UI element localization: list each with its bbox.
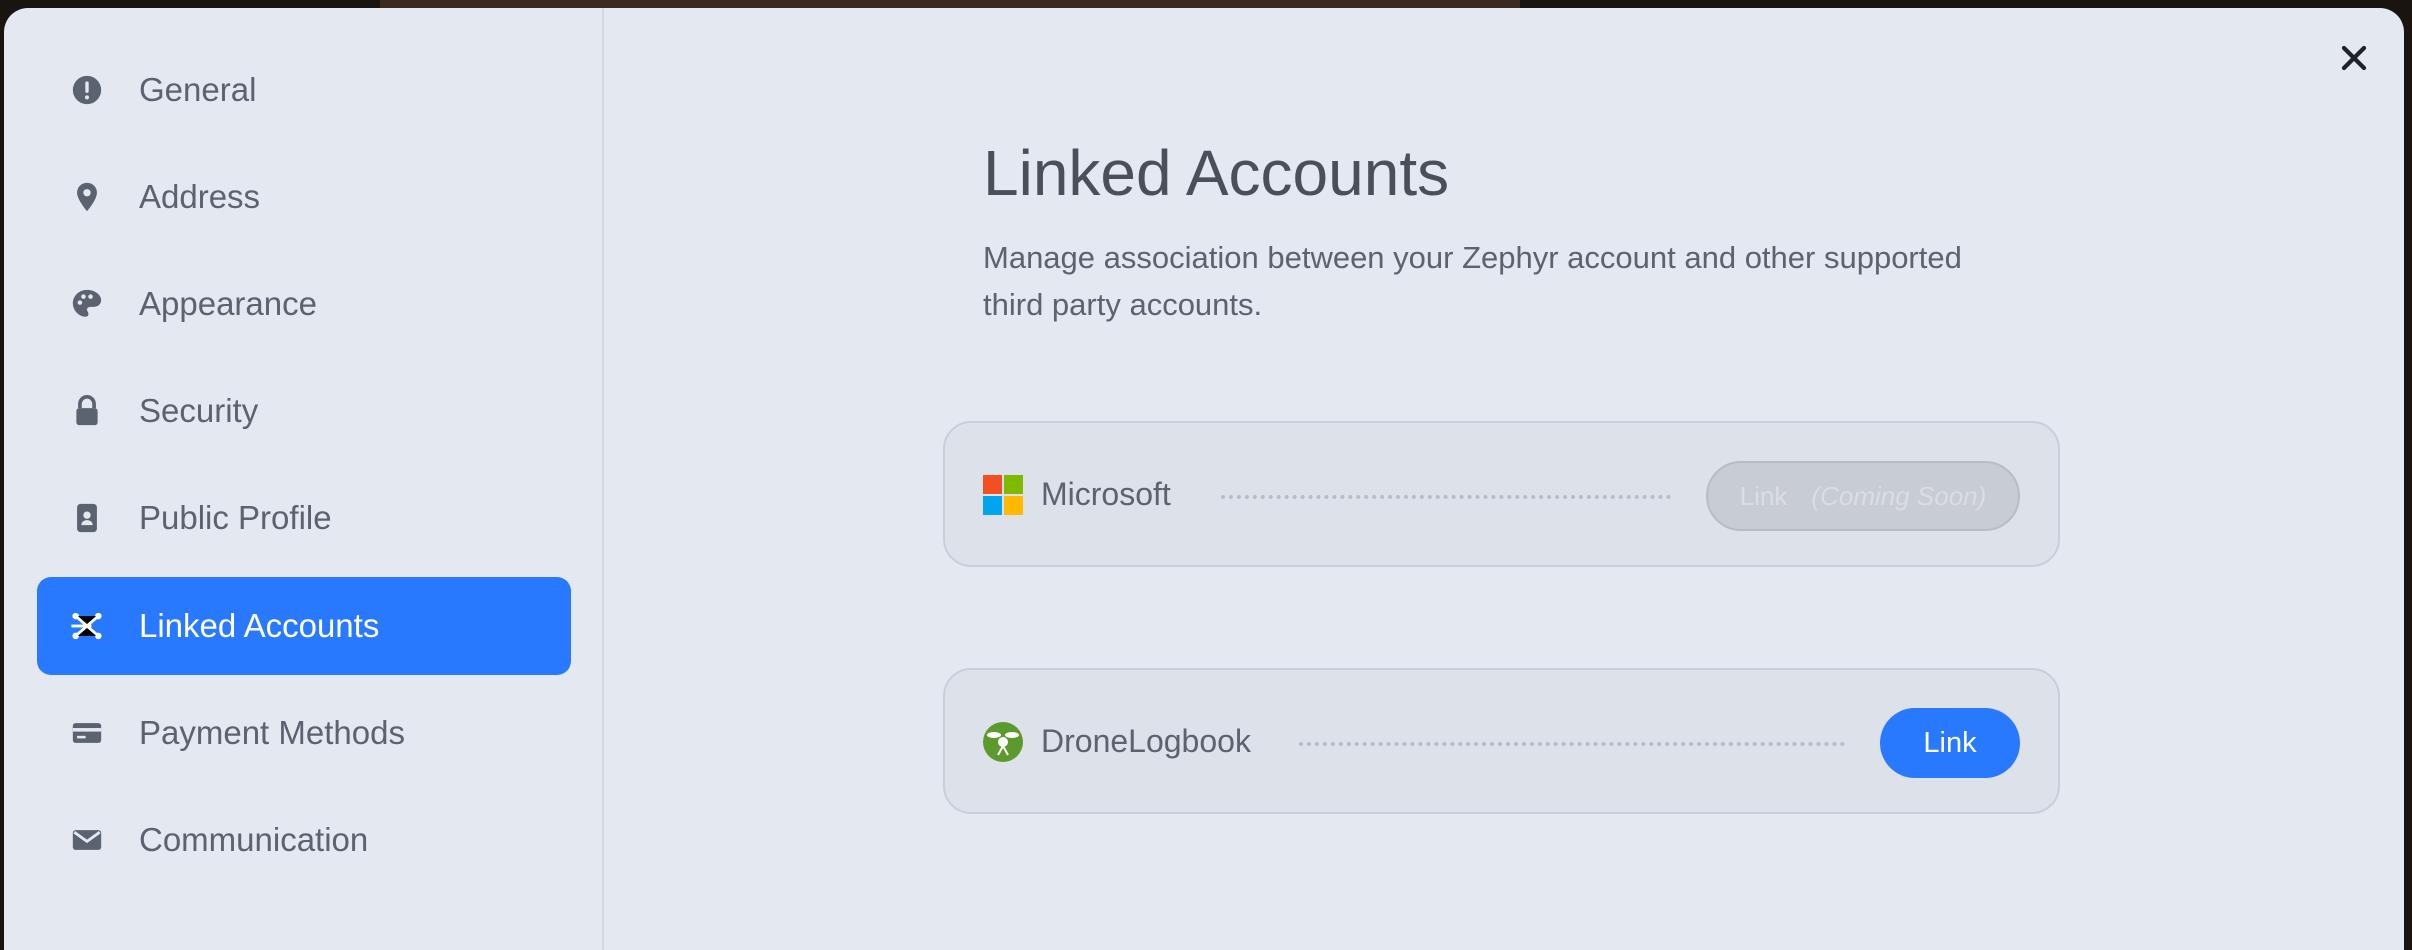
settings-modal: General Address Appearance Security Publ xyxy=(4,8,2404,950)
credit-card-icon xyxy=(69,715,105,751)
sidebar-item-payment-methods[interactable]: Payment Methods xyxy=(37,684,571,782)
account-name: DroneLogbook xyxy=(1041,723,1251,759)
envelope-icon xyxy=(69,822,105,858)
sidebar-item-linked-accounts[interactable]: Linked Accounts xyxy=(37,577,571,675)
sidebar-item-label: Payment Methods xyxy=(139,714,405,751)
info-circle-icon xyxy=(69,72,105,108)
link-button-label: Link xyxy=(1739,480,1788,511)
settings-sidebar: General Address Appearance Security Publ xyxy=(4,8,604,950)
microsoft-logo-icon xyxy=(983,475,1023,515)
account-name: Microsoft xyxy=(1041,476,1171,512)
sidebar-item-label: Security xyxy=(139,392,259,429)
sidebar-item-general[interactable]: General xyxy=(37,41,571,139)
palette-icon xyxy=(69,286,105,322)
link-dronelogbook-button[interactable]: Link xyxy=(1880,708,2020,778)
sidebar-item-label: General xyxy=(139,71,257,108)
sidebar-item-security[interactable]: Security xyxy=(37,362,571,460)
close-button[interactable] xyxy=(2332,38,2376,82)
map-pin-icon xyxy=(69,179,105,215)
sidebar-item-label: Public Profile xyxy=(139,499,332,536)
backdrop xyxy=(380,0,1520,8)
coming-soon-label: (Coming Soon) xyxy=(1811,480,1987,511)
sidebar-item-address[interactable]: Address xyxy=(37,148,571,246)
account-card-microsoft: Microsoft Link (Coming Soon) xyxy=(943,421,2060,567)
page-title: Linked Accounts xyxy=(983,137,1450,209)
close-icon xyxy=(2339,43,2369,78)
sidebar-item-label: Linked Accounts xyxy=(139,607,380,644)
sidebar-item-label: Appearance xyxy=(139,285,317,322)
sidebar-item-label: Communication xyxy=(139,821,369,858)
link-microsoft-button[interactable]: Link (Coming Soon) xyxy=(1706,461,2020,531)
sidebar-item-label: Address xyxy=(139,178,261,215)
dotted-divider xyxy=(1221,495,1671,499)
link-network-icon xyxy=(69,608,105,644)
page-description: Manage association between your Zephyr a… xyxy=(983,240,1962,322)
dotted-divider xyxy=(1299,742,1845,746)
dronelogbook-logo-icon xyxy=(983,722,1023,762)
lock-icon xyxy=(69,393,105,429)
sidebar-item-public-profile[interactable]: Public Profile xyxy=(37,469,571,567)
sidebar-item-appearance[interactable]: Appearance xyxy=(37,255,571,353)
sidebar-item-communication[interactable]: Communication xyxy=(37,791,571,889)
account-card-dronelogbook: DroneLogbook Link xyxy=(943,668,2060,814)
id-badge-icon xyxy=(69,500,105,536)
